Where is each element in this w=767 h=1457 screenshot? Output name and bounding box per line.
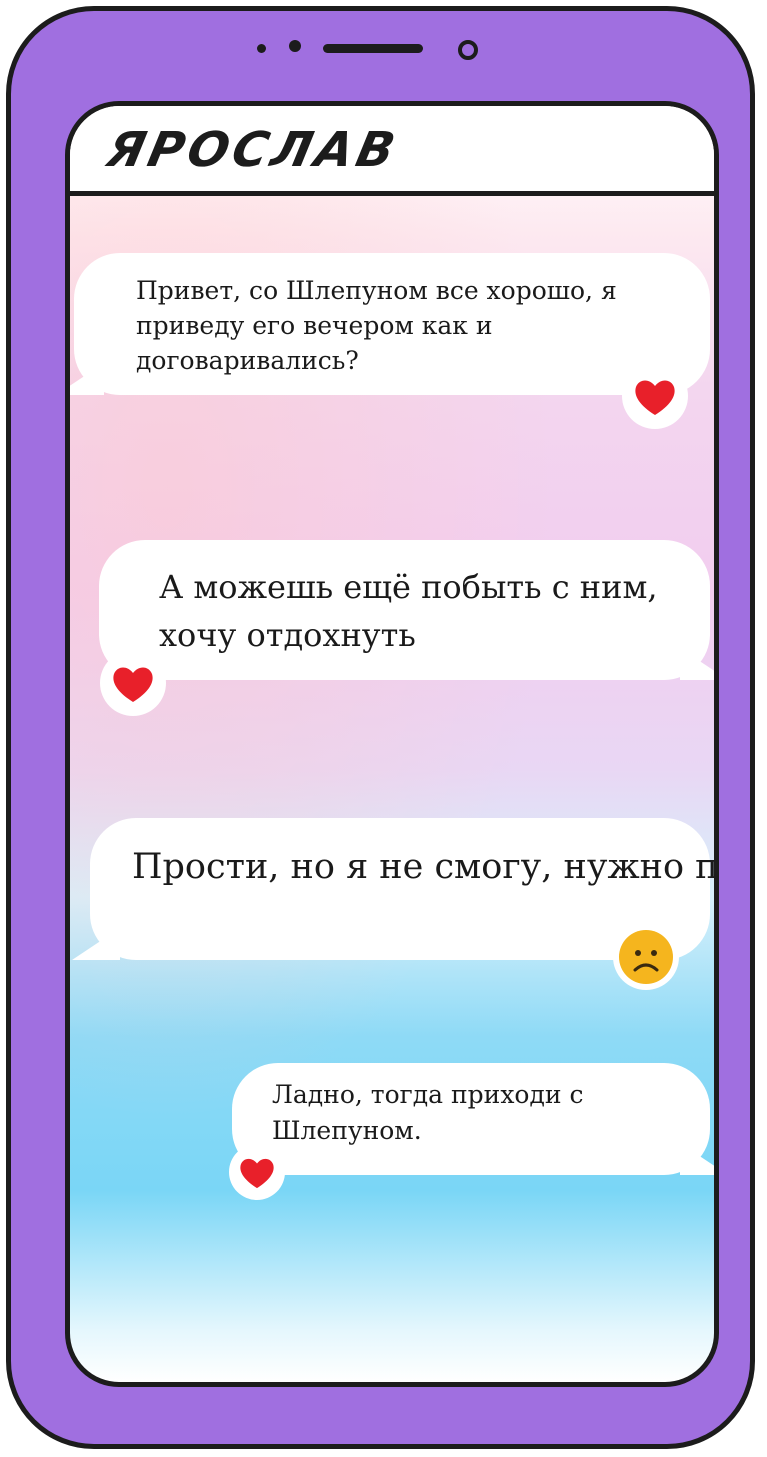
sensor-dot — [289, 40, 301, 52]
message-bubble[interactable]: Привет, со Шлепуном все хорошо, я привед… — [74, 253, 710, 395]
chat-screen: ЯРОСЛАВ Привет, со Шлепуном все хорошо, … — [65, 101, 719, 1387]
reaction-badge[interactable] — [622, 363, 688, 429]
reaction-badge[interactable] — [613, 924, 679, 990]
chat-header: ЯРОСЛАВ — [70, 106, 714, 196]
heart-icon — [240, 1158, 274, 1189]
message-text: Привет, со Шлепуном все хорошо, я привед… — [136, 276, 617, 375]
heart-icon — [635, 380, 675, 415]
camera-lens — [458, 40, 478, 60]
sad-face-icon — [619, 930, 673, 984]
message-text: Ладно, тогда приходи с Шлепуном. — [272, 1080, 584, 1145]
sensor-dot — [257, 44, 266, 53]
heart-icon — [113, 667, 153, 702]
reaction-badge[interactable] — [229, 1144, 285, 1200]
message-bubble[interactable]: А можешь ещё побыть с ним, хочу отдохнут… — [99, 540, 710, 680]
contact-name: ЯРОСЛАВ — [102, 122, 404, 178]
message-text: А можешь ещё побыть с ним, хочу отдохнут… — [159, 568, 658, 654]
message-text: Прости, но я не смогу, нужно провести вр… — [132, 847, 719, 887]
reaction-badge[interactable] — [100, 650, 166, 716]
phone-frame: ЯРОСЛАВ Привет, со Шлепуном все хорошо, … — [6, 6, 755, 1449]
message-bubble[interactable]: Ладно, тогда приходи с Шлепуном. — [232, 1063, 710, 1175]
speaker-grille — [323, 44, 423, 53]
